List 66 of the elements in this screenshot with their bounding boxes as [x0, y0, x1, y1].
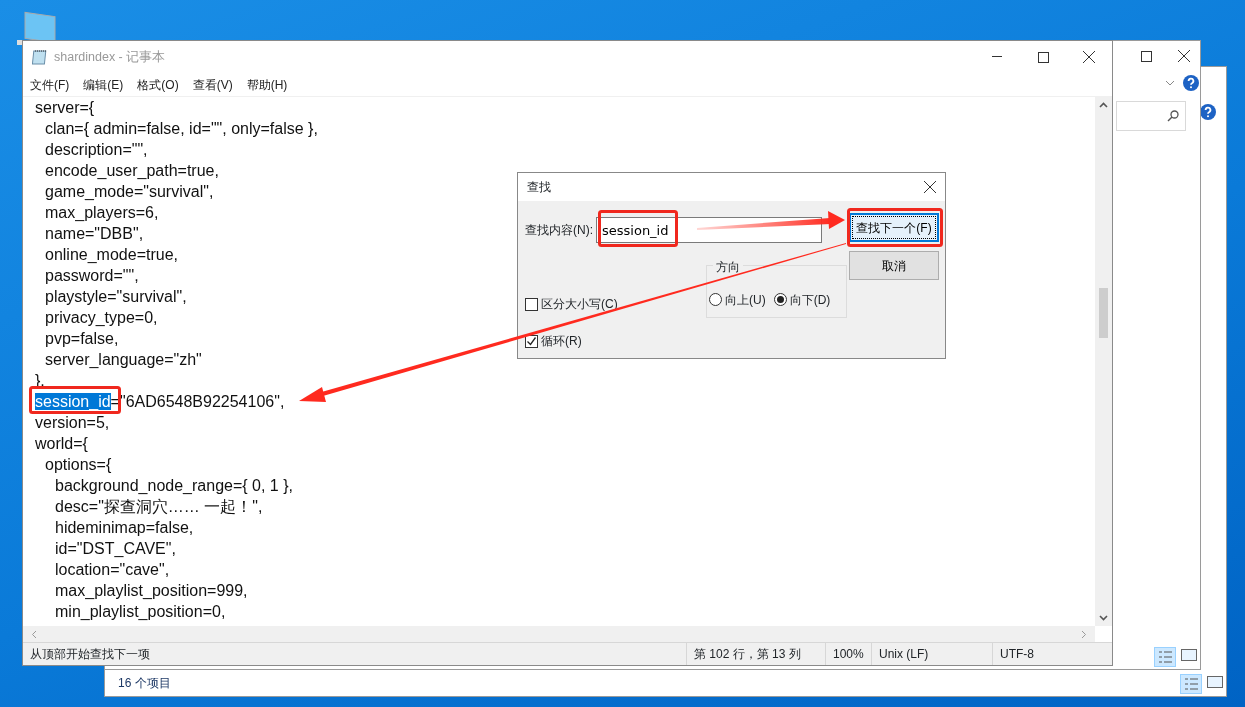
checkbox[interactable] — [525, 297, 538, 311]
close-icon[interactable] — [1178, 50, 1190, 62]
code-line: password="", — [45, 267, 139, 284]
code-line: description="", — [45, 141, 148, 158]
window-title: shardindex - 记事本 — [54, 48, 166, 66]
help-icon[interactable] — [1183, 75, 1199, 91]
checkbox-label: 区分大小写(C) — [541, 296, 618, 313]
encoding: UTF-8 — [992, 643, 1112, 665]
close-icon[interactable] — [924, 181, 936, 193]
code-line: server_language="zh" — [45, 351, 202, 368]
close-icon[interactable] — [1083, 51, 1095, 63]
search-field[interactable] — [1116, 101, 1186, 131]
code-line: location="cave", — [55, 561, 170, 578]
code-line: privacy_type=0, — [45, 309, 158, 326]
code-line: clan={ admin=false, id="", only=false }, — [45, 120, 318, 137]
menu-item[interactable]: 文件(F) — [23, 75, 77, 94]
dialog-title: 查找 — [527, 179, 551, 196]
menu-item[interactable]: 查看(V) — [185, 75, 240, 94]
find-next-button[interactable]: 查找下一个(F) — [849, 213, 939, 242]
code-line: online_mode=true, — [45, 246, 178, 263]
code-line: background_node_range={ 0, 1 }, — [55, 477, 293, 494]
scrollbar-thumb[interactable] — [1099, 288, 1108, 338]
code-line: max_playlist_position=999, — [55, 582, 248, 599]
code-line: name="DBB", — [45, 225, 144, 242]
code-line: encode_user_path=true, — [45, 162, 219, 179]
thumbnail-view-icon[interactable] — [1206, 674, 1224, 690]
thumbnail-view-icon[interactable] — [1180, 647, 1198, 663]
menu-item[interactable]: 格式(O) — [130, 75, 186, 94]
menu-item[interactable]: 编辑(E) — [76, 75, 131, 94]
code-line: options={ — [45, 456, 112, 473]
code-line: server={ — [35, 99, 95, 116]
radio-label: 向下(D) — [789, 291, 831, 309]
vertical-scrollbar[interactable] — [1095, 97, 1112, 626]
code-line: max_players=6, — [45, 204, 159, 221]
code-line: min_playlist_position=0, — [55, 603, 226, 620]
maximize-icon[interactable] — [1141, 50, 1152, 62]
cursor-position: 第 102 行，第 13 列 — [686, 643, 825, 665]
code-line: world={ — [35, 435, 88, 452]
code-line: pvp=false, — [45, 330, 119, 347]
cancel-button[interactable]: 取消 — [849, 251, 939, 280]
line-ending: Unix (LF) — [871, 643, 992, 665]
checkbox-label: 循环(R) — [541, 333, 582, 350]
code-line: game_mode="survival", — [45, 183, 214, 200]
radio-label: 向上(U) — [725, 291, 766, 309]
scroll-up-icon[interactable] — [1099, 102, 1108, 108]
item-count: 16 个项目 — [118, 675, 171, 692]
status-message: 从顶部开始查找下一项 — [29, 646, 151, 663]
code-line: desc="探查洞穴…… 一起！", — [55, 498, 263, 515]
minimize-icon[interactable] — [992, 56, 1002, 58]
scroll-down-icon[interactable] — [1099, 615, 1108, 621]
maximize-icon[interactable] — [1037, 51, 1049, 63]
group-label: 方向 — [713, 258, 743, 276]
code-line: id="DST_CAVE", — [55, 540, 176, 557]
notepad-icon — [32, 49, 48, 65]
zoom-level: 100% — [825, 643, 871, 665]
menu-item[interactable]: 帮助(H) — [239, 75, 295, 94]
search-icon — [1167, 110, 1179, 122]
radio-button[interactable] — [709, 293, 722, 306]
help-icon[interactable] — [1200, 104, 1216, 120]
chevron-down-icon[interactable] — [1165, 80, 1175, 86]
code-line: hideminimap=false, — [55, 519, 194, 536]
code-line: playstyle="survival", — [45, 288, 187, 305]
selected-text: session_id — [35, 393, 111, 410]
find-label: 查找内容(N): — [525, 222, 593, 239]
code-line: version=5, — [35, 414, 110, 431]
radio-button[interactable] — [773, 293, 787, 306]
